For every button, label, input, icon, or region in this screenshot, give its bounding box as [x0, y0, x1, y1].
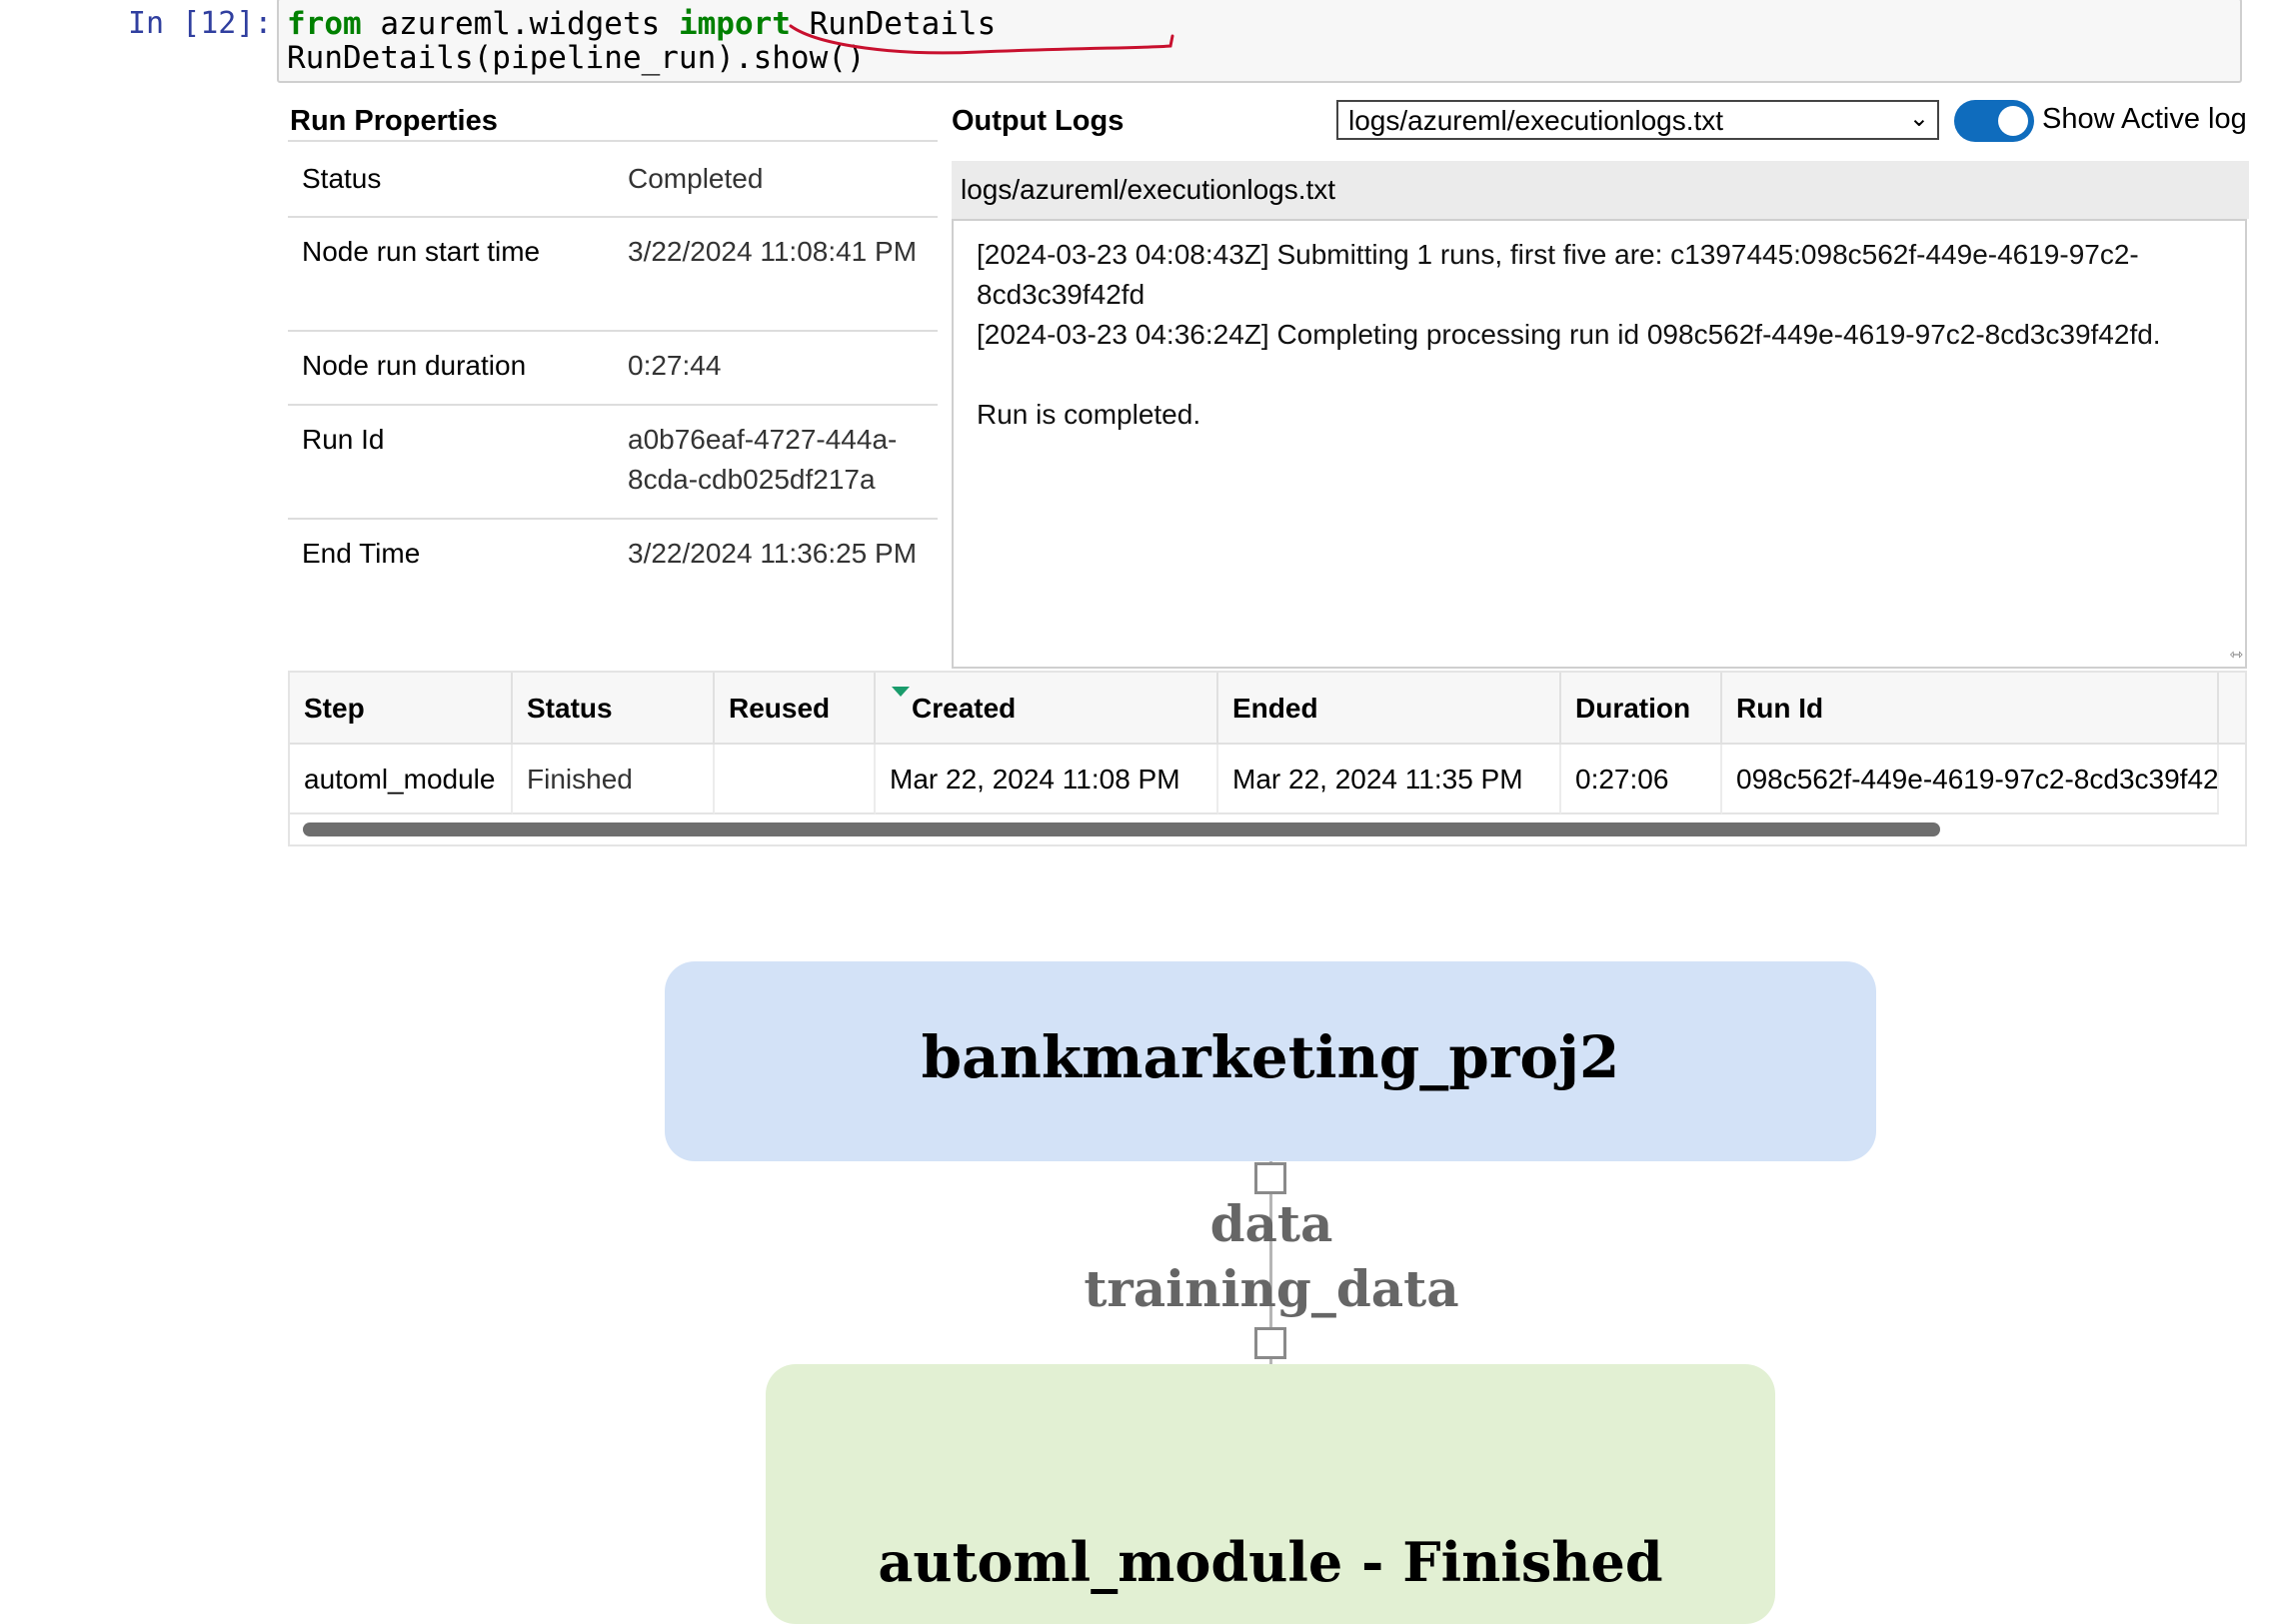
node-title: automl_module - Finished — [878, 1530, 1663, 1594]
toggle-knob — [1998, 106, 2028, 136]
table-cell[interactable]: Mar 22, 2024 11:08 PM — [876, 745, 1218, 814]
table-cell[interactable]: Finished — [513, 745, 715, 814]
prop-value: 3/22/2024 11:36:25 PM — [628, 538, 918, 569]
prop-row-run-id: Run Id a0b76eaf-4727-444a-8cda-cdb025df2… — [288, 404, 938, 520]
table-cell[interactable]: 0:27:06 — [1561, 745, 1722, 814]
cell-text: automl_module — [304, 764, 496, 795]
grid-header-scroll-gutter — [2219, 673, 2245, 745]
prop-value: 3/22/2024 11:08:41 PM — [628, 236, 918, 267]
input-port[interactable] — [1254, 1327, 1286, 1359]
prop-key: Node run start time — [302, 236, 541, 267]
prop-value: a0b76eaf-4727-444a-8cda-cdb025df217a — [628, 424, 898, 495]
column-header-label: Step — [304, 693, 365, 724]
column-header-created[interactable]: Created — [876, 673, 1218, 745]
column-header-duration[interactable]: Duration — [1561, 673, 1722, 745]
cell-text: 0:27:06 — [1575, 764, 1669, 795]
column-header-label: Reused — [729, 693, 831, 724]
column-header-label: Duration — [1575, 693, 1691, 724]
steps-grid: Step Status Reused Created Ended Duratio… — [288, 671, 2247, 846]
column-header-ended[interactable]: Ended — [1218, 673, 1561, 745]
log-line: Run is completed. — [977, 399, 1201, 430]
keyword-import: import — [678, 6, 791, 42]
table-cell[interactable]: Mar 22, 2024 11:35 PM — [1218, 745, 1561, 814]
cell-text: Mar 22, 2024 11:35 PM — [1232, 764, 1523, 795]
cell-text: Finished — [527, 764, 633, 795]
horizontal-scrollbar[interactable] — [303, 822, 1940, 836]
edge-label-data: data — [1209, 1194, 1333, 1253]
sort-descending-icon — [892, 687, 910, 697]
prop-value: 0:27:44 — [628, 350, 722, 381]
prop-row-status: Status Completed — [288, 142, 938, 218]
table-cell[interactable]: automl_module — [290, 745, 513, 814]
log-line: [2024-03-23 04:08:43Z] Submitting 1 runs… — [977, 239, 2139, 270]
column-header-label: Ended — [1232, 693, 1318, 724]
prop-row-duration: Node run duration 0:27:44 — [288, 330, 938, 406]
log-line: 8cd3c39f42fd — [977, 279, 1145, 310]
keyword-from: from — [287, 6, 362, 42]
log-line: [2024-03-23 04:36:24Z] Completing proces… — [977, 319, 2161, 350]
column-header-label: Run Id — [1736, 693, 1824, 724]
edge-label-training-data: training_data — [1084, 1259, 1459, 1318]
table-cell[interactable] — [715, 745, 876, 814]
prop-key: Status — [302, 163, 382, 194]
column-header-step[interactable]: Step — [290, 673, 513, 745]
column-header-status[interactable]: Status — [513, 673, 715, 745]
module-name: azureml.widgets — [380, 6, 661, 42]
table-cell[interactable]: 098c562f-449e-4619-97c2-8cd3c39f42fd — [1722, 745, 2219, 814]
log-file-select[interactable]: logs/azureml/executionlogs.txt ⌄ — [1336, 100, 1939, 140]
show-active-log-toggle[interactable] — [1954, 100, 2034, 142]
log-file-header-text: logs/azureml/executionlogs.txt — [961, 174, 1336, 205]
node-title: bankmarketing_proj2 — [921, 1023, 1620, 1091]
prop-key: Run Id — [302, 424, 385, 455]
cell-prompt: In [12]: — [128, 6, 273, 41]
pipeline-node-source[interactable]: bankmarketing_proj2 — [665, 961, 1876, 1161]
column-header-label: Created — [912, 693, 1017, 724]
prop-key: End Time — [302, 538, 421, 569]
prop-row-start-time: Node run start time 3/22/2024 11:08:41 P… — [288, 216, 938, 332]
column-header-run-id[interactable]: Run Id — [1722, 673, 2219, 745]
column-header-reused[interactable]: Reused — [715, 673, 876, 745]
prop-value: Completed — [628, 163, 764, 194]
handwritten-underline — [789, 24, 1174, 55]
output-logs-title: Output Logs — [952, 105, 1125, 137]
resize-grip-icon[interactable]: ⇿ — [2230, 645, 2243, 665]
log-file-header: logs/azureml/executionlogs.txt — [952, 161, 2249, 219]
prop-row-end-time: End Time 3/22/2024 11:36:25 PM — [288, 518, 938, 666]
chevron-down-icon: ⌄ — [1908, 105, 1929, 132]
column-header-label: Status — [527, 693, 613, 724]
show-active-log-label: Show Active log — [2042, 103, 2247, 135]
code-cell[interactable]: from azureml.widgets import RunDetails R… — [277, 0, 2242, 83]
cell-text: Mar 22, 2024 11:08 PM — [890, 764, 1180, 795]
pipeline-node-automl-module[interactable]: automl_module - Finished — [766, 1364, 1775, 1624]
output-port[interactable] — [1254, 1162, 1286, 1194]
prop-key: Node run duration — [302, 350, 527, 381]
run-properties-title: Run Properties — [290, 105, 498, 137]
log-textarea[interactable]: [2024-03-23 04:08:43Z] Submitting 1 runs… — [952, 219, 2247, 669]
cell-text: 098c562f-449e-4619-97c2-8cd3c39f42fd — [1736, 764, 2219, 795]
log-file-select-value: logs/azureml/executionlogs.txt — [1348, 105, 1724, 136]
